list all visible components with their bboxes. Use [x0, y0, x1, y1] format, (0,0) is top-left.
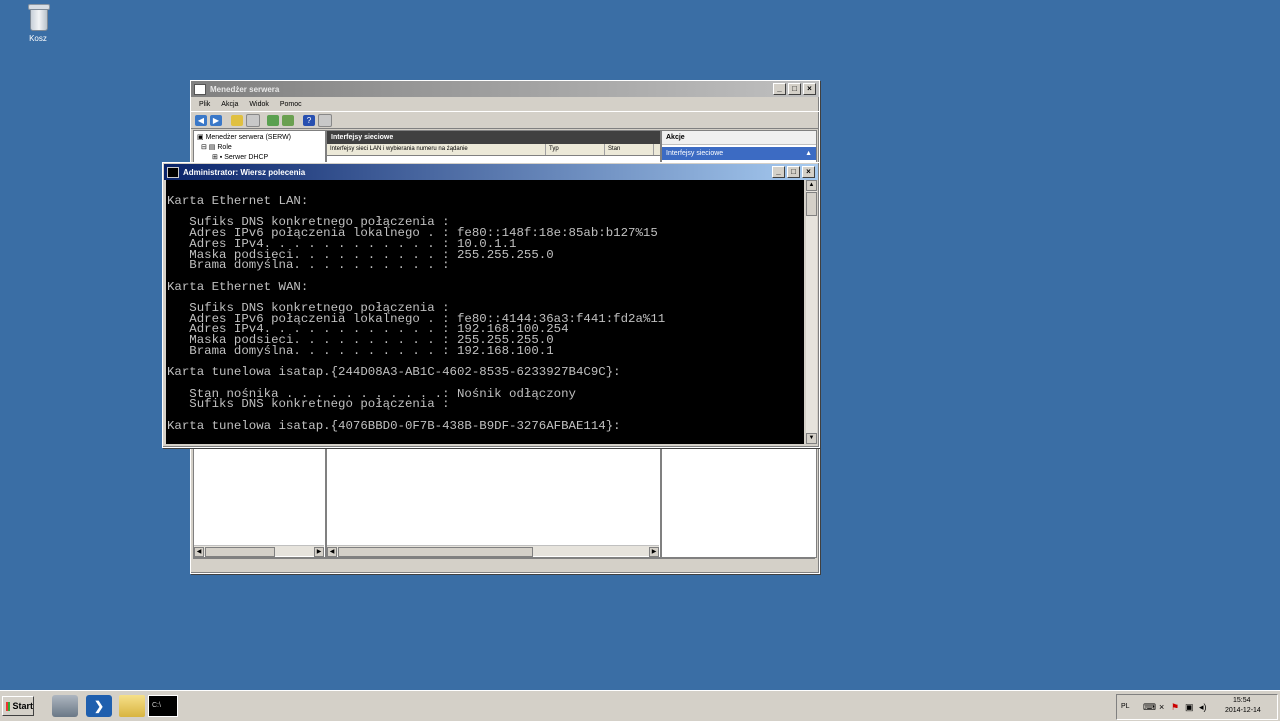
scroll-thumb[interactable] [806, 192, 817, 216]
flag-alert-icon[interactable]: ⚑ [1171, 702, 1179, 713]
toolbar: ◀ ▶ ? [191, 111, 819, 129]
help-icon[interactable]: ? [303, 114, 315, 126]
cmd-window-title: Administrator: Wiersz polecenia [183, 167, 306, 177]
console-text: Karta Ethernet LAN: Sufiks DNS konkretne… [167, 194, 666, 433]
status-bar [193, 558, 815, 571]
server-manager-quicklaunch-icon[interactable] [52, 695, 78, 717]
scroll-thumb[interactable] [338, 547, 533, 557]
tree-horizontal-scrollbar[interactable]: ◀ ▶ [194, 545, 324, 557]
scroll-up-icon[interactable]: ▲ [806, 180, 817, 191]
scroll-left-icon[interactable]: ◀ [327, 547, 337, 557]
menu-file[interactable]: Plik [199, 101, 210, 108]
recycle-bin-label: Kosz [29, 34, 47, 43]
trash-icon [27, 4, 50, 31]
column-header-type[interactable]: Typ [546, 144, 605, 155]
server-manager-titlebar[interactable]: Menedżer serwera _ □ × [191, 81, 819, 97]
close-tray-icon[interactable]: × [1159, 702, 1164, 712]
menu-help[interactable]: Pomoc [280, 101, 302, 108]
export-list-icon[interactable] [282, 114, 294, 126]
scroll-right-icon[interactable]: ▶ [649, 547, 659, 557]
command-prompt-window[interactable]: Administrator: Wiersz polecenia _ □ × Ka… [162, 162, 820, 448]
details-horizontal-scrollbar[interactable]: ◀ ▶ [327, 545, 659, 557]
actions-item-network-interfaces[interactable]: Interfejsy sieciowe ▲ [662, 147, 816, 160]
explorer-folder-icon[interactable] [119, 695, 145, 717]
tree-item-roles[interactable]: ⊟ ▤ Role [201, 143, 232, 151]
window-title: Menedżer serwera [210, 84, 280, 94]
scroll-thumb[interactable] [205, 547, 275, 557]
minimize-button[interactable]: _ [773, 83, 786, 95]
cmd-titlebar[interactable]: Administrator: Wiersz polecenia _ □ × [164, 164, 818, 180]
cmd-taskbar-button[interactable]: C:\ [148, 695, 178, 717]
scroll-right-icon[interactable]: ▶ [314, 547, 324, 557]
keyboard-icon[interactable]: ⌨ [1143, 702, 1156, 713]
network-icon[interactable]: ▣ [1185, 702, 1194, 713]
details-pane-header: Interfejsy sieciowe [327, 131, 660, 144]
clock-time[interactable]: 15:54 [1233, 697, 1251, 704]
clock-date[interactable]: 2014-12-14 [1225, 707, 1261, 714]
menu-view[interactable]: Widok [249, 101, 268, 108]
refresh-icon[interactable] [267, 114, 279, 126]
maximize-button[interactable]: □ [788, 83, 801, 95]
language-indicator[interactable]: PL [1121, 703, 1130, 710]
cmd-icon [167, 166, 179, 178]
column-headers: Interfejsy sieci LAN i wybierania numeru… [327, 144, 660, 156]
up-folder-icon[interactable] [231, 114, 243, 126]
close-button[interactable]: × [802, 166, 815, 178]
show-hide-tree-icon[interactable] [246, 113, 260, 127]
scroll-down-icon[interactable]: ▼ [806, 433, 817, 444]
minimize-button[interactable]: _ [772, 166, 785, 178]
scroll-left-icon[interactable]: ◀ [194, 547, 204, 557]
console-output[interactable]: Karta Ethernet LAN: Sufiks DNS konkretne… [166, 180, 804, 444]
column-header-status[interactable]: Stan [605, 144, 654, 155]
volume-icon[interactable]: ◂) [1199, 702, 1207, 713]
properties-icon[interactable] [318, 113, 332, 127]
tree-item-server-manager[interactable]: ▣ Menedżer serwera (SERW) [197, 133, 291, 141]
forward-arrow-icon[interactable]: ▶ [210, 114, 222, 126]
taskbar: Start ❯ C:\ PL ⌨ × ⚑ ▣ ◂) 15:54 2014-12-… [0, 690, 1280, 721]
collapse-up-icon[interactable]: ▲ [805, 147, 812, 160]
actions-header: Akcje [662, 131, 816, 145]
powershell-icon[interactable]: ❯ [86, 695, 112, 717]
menu-bar: Plik Akcja Widok Pomoc [191, 97, 819, 111]
close-button[interactable]: × [803, 83, 816, 95]
notification-area: PL ⌨ × ⚑ ▣ ◂) 15:54 2014-12-14 [1116, 694, 1278, 720]
cmd-vertical-scrollbar[interactable]: ▲ ▼ [806, 180, 817, 444]
maximize-button[interactable]: □ [787, 166, 800, 178]
start-button[interactable]: Start [2, 696, 34, 716]
server-manager-icon [194, 83, 206, 95]
tree-item-dhcp-server[interactable]: ⊞ ▪ Serwer DHCP [212, 153, 268, 161]
recycle-bin-icon[interactable]: Kosz [18, 4, 58, 43]
menu-action[interactable]: Akcja [221, 101, 238, 108]
column-header-interfaces[interactable]: Interfejsy sieci LAN i wybierania numeru… [327, 144, 546, 155]
back-arrow-icon[interactable]: ◀ [195, 114, 207, 126]
windows-logo-icon [6, 701, 11, 711]
